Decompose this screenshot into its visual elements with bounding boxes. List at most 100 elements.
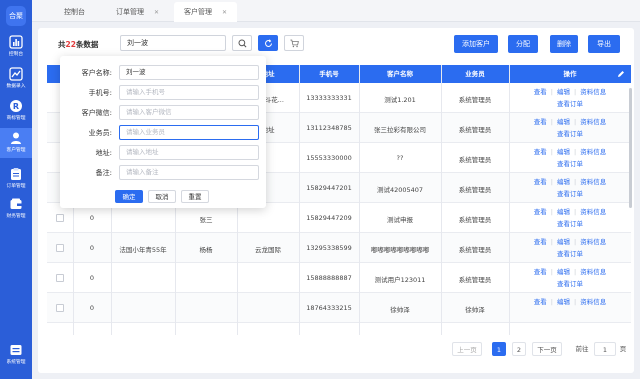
view-orders-link[interactable]: 查看订单 xyxy=(557,250,583,258)
edit-link[interactable]: 编辑 xyxy=(557,268,570,276)
next-page-button[interactable]: 下一页 xyxy=(532,342,562,356)
page-number-current[interactable]: 1 xyxy=(492,342,506,356)
table-scrollbar[interactable] xyxy=(629,88,632,208)
phone-field[interactable]: 请输入手机号 xyxy=(119,85,259,100)
row-actions: 查看订单 xyxy=(509,188,631,198)
address-field[interactable]: 请输入地址 xyxy=(119,145,259,160)
edit-columns-icon[interactable] xyxy=(617,70,625,78)
sidebar-item-data-entry[interactable]: 数据录入 xyxy=(0,64,32,94)
delete-button[interactable]: 删除 xyxy=(550,35,578,53)
view-orders-link[interactable]: 查看订单 xyxy=(557,190,583,198)
info-link[interactable]: 资料信息 xyxy=(580,238,606,246)
search-button[interactable] xyxy=(232,35,252,51)
table-row: 0 15888888887 测试用户123011 系统管理员 查看 | 编辑 | 资料信… xyxy=(47,263,631,293)
row-actions: 查看订单 xyxy=(509,128,631,138)
tab-customers[interactable]: 客户管理 ✕ xyxy=(174,2,238,22)
row-checkbox[interactable] xyxy=(56,244,64,252)
goto-page-input[interactable]: 1 xyxy=(594,342,616,356)
view-link[interactable]: 查看 xyxy=(534,148,547,156)
remark-field[interactable]: 请输入备注 xyxy=(119,165,259,180)
edit-link[interactable]: 编辑 xyxy=(557,208,570,216)
sidebar-item-system[interactable]: 系统管理 xyxy=(0,340,32,370)
tab-dashboard[interactable]: 控制台 xyxy=(54,2,95,22)
view-link[interactable]: 查看 xyxy=(534,118,547,126)
sidebar-item-orders[interactable]: 订单管理 xyxy=(0,164,32,194)
view-orders-link[interactable]: 查看订单 xyxy=(557,160,583,168)
sidebar-item-dashboard[interactable]: 控制台 xyxy=(0,32,32,62)
cancel-button[interactable]: 取消 xyxy=(148,190,176,203)
view-link[interactable]: 查看 xyxy=(534,88,547,96)
add-customer-button[interactable]: 添加客户 xyxy=(454,35,498,53)
goto-label: 前往 xyxy=(575,345,589,353)
edit-link[interactable]: 编辑 xyxy=(557,238,570,246)
page-number[interactable]: 2 xyxy=(512,342,526,356)
filter-popup: 客户名称: 刘一波 手机号: 请输入手机号 客户微信: 请输入客户微信 业务员:… xyxy=(60,56,266,208)
app-logo: 合聚 xyxy=(6,6,26,26)
info-link[interactable]: 资料信息 xyxy=(580,298,606,306)
registered-mark-icon: R xyxy=(10,100,22,112)
address-label: 地址: xyxy=(95,149,112,157)
sidebar-item-finance[interactable]: 财务管理 xyxy=(0,194,32,224)
close-icon[interactable]: ✕ xyxy=(154,9,159,16)
table-row: 0 18764333215 徐帅泽 徐帅泽 查看 | 编辑 | 资料信息 xyxy=(47,293,631,323)
sidebar-item-label: 数据录入 xyxy=(6,83,26,89)
close-icon[interactable]: ✕ xyxy=(222,9,227,16)
row-actions: 查看 | 编辑 | 资料信息 xyxy=(533,268,607,276)
edit-link[interactable]: 编辑 xyxy=(557,298,570,306)
search-input[interactable]: 刘一波 xyxy=(120,35,226,51)
edit-link[interactable]: 编辑 xyxy=(557,178,570,186)
confirm-button[interactable]: 确定 xyxy=(115,190,143,203)
view-link[interactable]: 查看 xyxy=(534,178,547,186)
edit-link[interactable]: 编辑 xyxy=(557,148,570,156)
wechat-field[interactable]: 请输入客户微信 xyxy=(119,105,259,120)
refresh-button[interactable] xyxy=(258,35,278,51)
info-link[interactable]: 资料信息 xyxy=(580,268,606,276)
wallet-icon xyxy=(10,198,22,209)
clear-filter-button[interactable] xyxy=(284,35,304,51)
customer-name-field[interactable]: 刘一波 xyxy=(119,65,259,80)
salesperson-field[interactable]: 请输入业务员 xyxy=(119,125,259,140)
assign-button[interactable]: 分配 xyxy=(508,35,538,53)
view-orders-link[interactable]: 查看订单 xyxy=(557,280,583,288)
view-orders-link[interactable]: 查看订单 xyxy=(557,100,583,108)
view-link[interactable]: 查看 xyxy=(534,238,547,246)
info-link[interactable]: 资料信息 xyxy=(580,208,606,216)
tab-orders[interactable]: 订单管理 ✕ xyxy=(106,2,169,22)
column-divider xyxy=(509,65,510,335)
info-link[interactable]: 资料信息 xyxy=(580,148,606,156)
view-orders-link[interactable]: 查看订单 xyxy=(557,220,583,228)
column-header-phone: 手机号 xyxy=(319,70,339,78)
view-link[interactable]: 查看 xyxy=(534,298,547,306)
sidebar-item-label: 商标管理 xyxy=(6,115,26,121)
refresh-icon xyxy=(264,39,272,47)
row-actions: 查看 | 编辑 | 资料信息 xyxy=(533,148,607,156)
bar-chart-icon xyxy=(9,35,23,49)
view-orders-link[interactable]: 查看订单 xyxy=(557,130,583,138)
export-button[interactable]: 导出 xyxy=(588,35,620,53)
search-icon xyxy=(237,39,246,48)
tab-strip: 控制台 订单管理 ✕ 客户管理 ✕ xyxy=(32,0,640,22)
record-count: 共22条数据 xyxy=(58,40,99,49)
prev-page-button[interactable]: 上一页 xyxy=(452,342,482,356)
info-link[interactable]: 资料信息 xyxy=(580,118,606,126)
view-link[interactable]: 查看 xyxy=(534,208,547,216)
row-checkbox[interactable] xyxy=(56,214,64,222)
row-actions: 查看订单 xyxy=(509,278,631,288)
row-checkbox[interactable] xyxy=(56,304,64,312)
wechat-label: 客户微信: xyxy=(81,109,112,117)
column-divider xyxy=(359,65,360,335)
row-checkbox[interactable] xyxy=(56,274,64,282)
table-row: 0 法国小年青55年 杨杨 云龙国际 13295338599 嘟嘟嘟嘟嘟嘟嘟嘟嘟… xyxy=(47,233,631,263)
clipboard-icon xyxy=(11,168,21,180)
edit-link[interactable]: 编辑 xyxy=(557,88,570,96)
sidebar-item-customers[interactable]: 客户管理 xyxy=(0,128,32,158)
remark-label: 备注: xyxy=(95,169,112,177)
info-link[interactable]: 资料信息 xyxy=(580,88,606,96)
view-link[interactable]: 查看 xyxy=(534,268,547,276)
edit-link[interactable]: 编辑 xyxy=(557,118,570,126)
sidebar-item-trademark[interactable]: R 商标管理 xyxy=(0,96,32,126)
reset-button[interactable]: 重置 xyxy=(181,190,209,203)
settings-box-icon xyxy=(10,345,22,355)
info-link[interactable]: 资料信息 xyxy=(580,178,606,186)
svg-text:R: R xyxy=(13,102,19,111)
